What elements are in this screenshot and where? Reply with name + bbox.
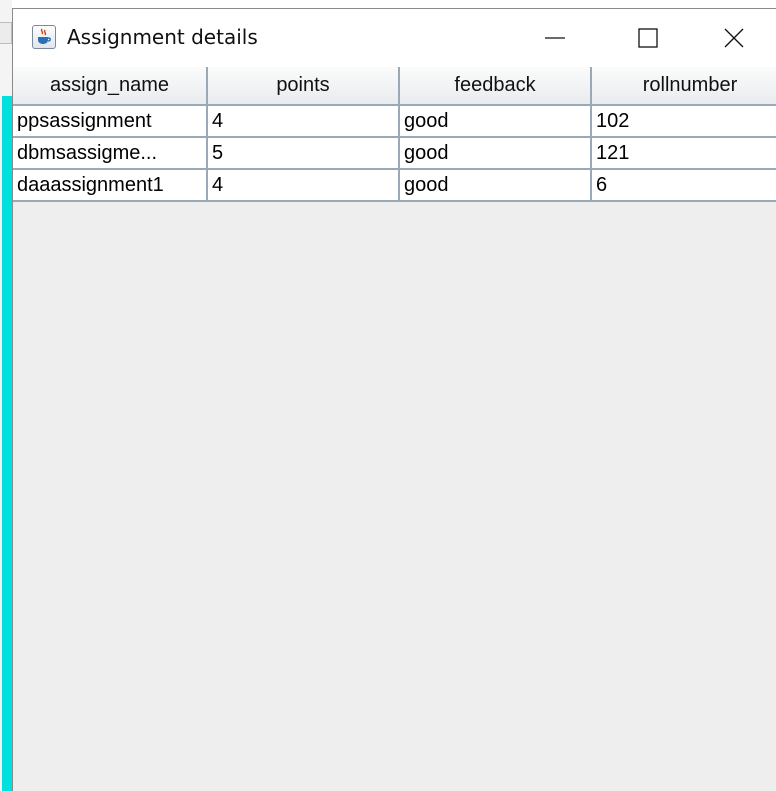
cell-feedback[interactable]: good xyxy=(399,169,592,202)
cell-points[interactable]: 4 xyxy=(207,105,400,138)
background-app-tab[interactable] xyxy=(0,22,12,44)
title-bar[interactable]: Assignment details xyxy=(13,9,776,67)
table-row[interactable]: ppsassignment 4 good 102 xyxy=(13,105,776,138)
cell-assign-name[interactable]: ppsassignment xyxy=(13,105,208,138)
cell-points[interactable]: 5 xyxy=(207,137,400,170)
cell-feedback[interactable]: good xyxy=(399,105,592,138)
cell-assign-name[interactable]: dbmsassigme... xyxy=(13,137,208,170)
cell-rollnumber[interactable]: 102 xyxy=(591,105,776,138)
minimize-icon xyxy=(545,37,565,39)
column-header-points[interactable]: points xyxy=(207,67,400,106)
close-icon xyxy=(724,28,744,48)
screen: Assignment details assign_name points fe… xyxy=(0,0,776,791)
maximize-button[interactable] xyxy=(613,9,683,67)
cell-rollnumber[interactable]: 121 xyxy=(591,137,776,170)
assignment-details-window: Assignment details assign_name points fe… xyxy=(12,8,776,791)
java-cup-icon[interactable] xyxy=(32,25,56,49)
assignment-table: assign_name points feedback rollnumber p… xyxy=(13,67,776,202)
column-header-assign-name[interactable]: assign_name xyxy=(13,67,208,106)
cell-feedback[interactable]: good xyxy=(399,137,592,170)
table-row[interactable]: dbmsassigme... 5 good 121 xyxy=(13,137,776,170)
close-button[interactable] xyxy=(699,9,769,67)
table-header-row: assign_name points feedback rollnumber xyxy=(13,67,776,106)
column-header-feedback[interactable]: feedback xyxy=(399,67,592,106)
cell-rollnumber[interactable]: 6 xyxy=(591,169,776,202)
background-accent-bar xyxy=(2,96,12,791)
column-header-rollnumber[interactable]: rollnumber xyxy=(591,67,776,106)
cell-points[interactable]: 4 xyxy=(207,169,400,202)
window-title: Assignment details xyxy=(67,25,258,49)
minimize-button[interactable] xyxy=(520,9,590,67)
maximize-icon xyxy=(638,28,658,48)
cell-assign-name[interactable]: daaassignment1 xyxy=(13,169,208,202)
table-row[interactable]: daaassignment1 4 good 6 xyxy=(13,169,776,202)
